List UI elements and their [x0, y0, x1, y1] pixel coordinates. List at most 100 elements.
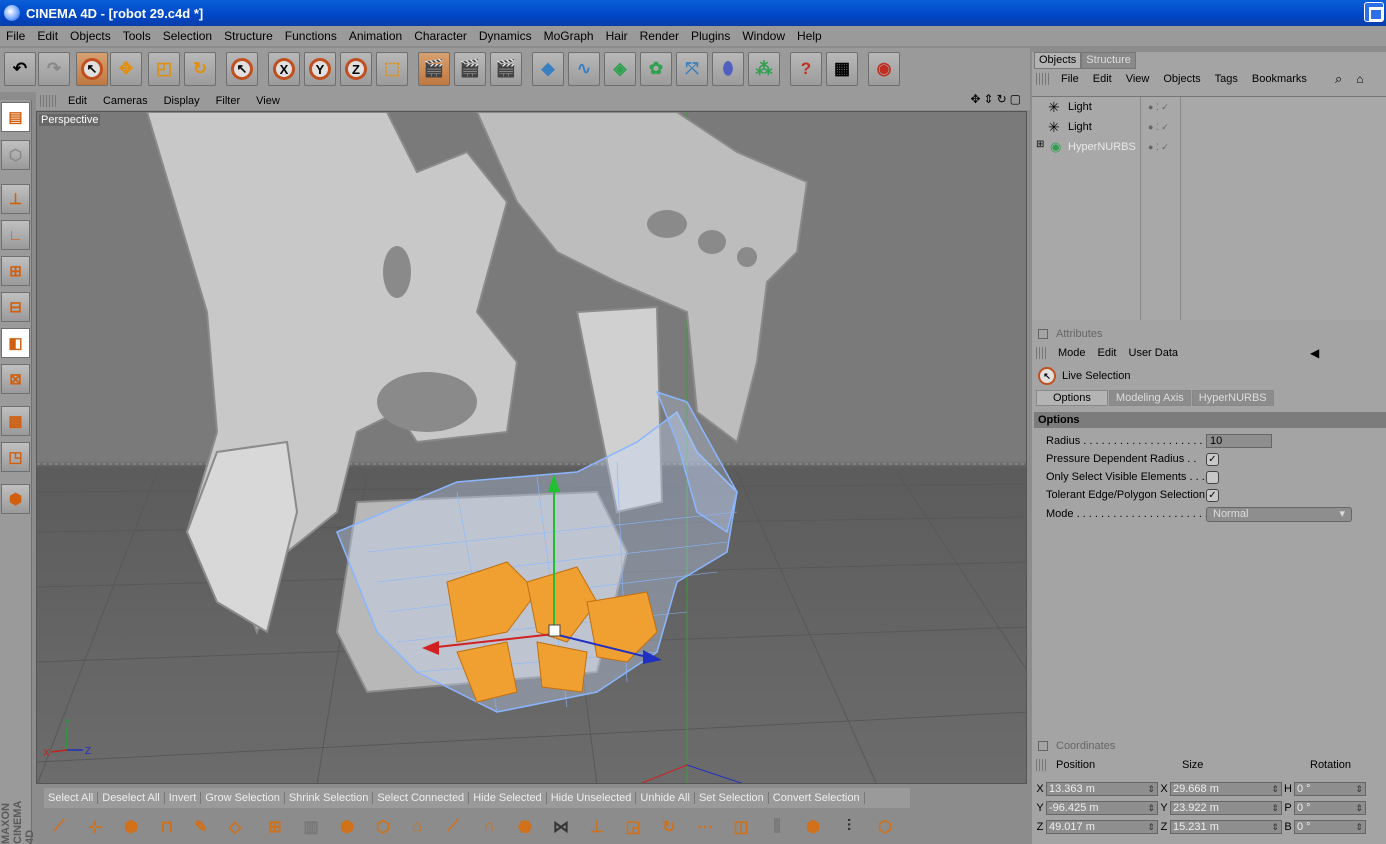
- slide-tool-icon[interactable]: ⋯: [690, 812, 720, 842]
- viewport-layout-icon[interactable]: ▤: [1, 102, 30, 132]
- viewport-menu-view[interactable]: View: [248, 95, 288, 107]
- snap-tool-icon[interactable]: ▩: [1, 406, 30, 436]
- render-view-icon[interactable]: 🎬: [418, 52, 450, 86]
- rotation-p-input[interactable]: 0 °: [1294, 801, 1366, 815]
- weld-tool-icon[interactable]: ⬢: [798, 812, 828, 842]
- polygons-mode-icon[interactable]: ◧: [1, 328, 30, 358]
- maximize-button[interactable]: [1364, 2, 1384, 22]
- object-name[interactable]: HyperNURBS: [1068, 141, 1136, 153]
- stitch-sew-icon[interactable]: ⫼: [762, 812, 792, 842]
- visibility-dots-icon[interactable]: ● ⁚ ✓: [1148, 102, 1169, 113]
- sculpt-tool-icon[interactable]: ⬢: [1, 484, 30, 514]
- mirror-tool-icon[interactable]: ⋈: [546, 812, 576, 842]
- bridge-tool-icon[interactable]: ⊓: [152, 812, 182, 842]
- visible-elements-checkbox[interactable]: [1206, 470, 1219, 484]
- menu-functions[interactable]: Functions: [279, 29, 343, 43]
- viewport-menu-edit[interactable]: Edit: [60, 95, 95, 107]
- hide-selected-button[interactable]: Hide Selected: [469, 792, 547, 804]
- search-icon[interactable]: ⌕: [1328, 71, 1349, 87]
- om-menu-edit[interactable]: Edit: [1086, 73, 1119, 85]
- render-region-icon[interactable]: 🎬: [454, 52, 486, 86]
- menu-hair[interactable]: Hair: [600, 29, 634, 43]
- object-row-hypernurbs[interactable]: ⊞ ◉ HyperNURBS ● ⁚ ✓: [1032, 137, 1386, 157]
- redo-icon[interactable]: ↷: [38, 52, 70, 86]
- size-z-input[interactable]: 15.231 m: [1170, 820, 1282, 834]
- menu-plugins[interactable]: Plugins: [685, 29, 736, 43]
- om-menu-bookmarks[interactable]: Bookmarks: [1245, 73, 1314, 85]
- workplane-icon[interactable]: ◳: [1, 442, 30, 472]
- x-axis-lock-button[interactable]: X: [268, 52, 300, 86]
- perspective-viewport[interactable]: Y Z X Perspective: [36, 111, 1027, 784]
- radius-input[interactable]: 10: [1206, 434, 1272, 448]
- set-selection-button[interactable]: Set Selection: [695, 792, 769, 804]
- rotate-tool-icon[interactable]: ↻: [184, 52, 216, 86]
- normal-scale-icon[interactable]: ◲: [618, 812, 648, 842]
- last-tool-icon[interactable]: ↖: [226, 52, 258, 86]
- menu-help[interactable]: Help: [791, 29, 828, 43]
- z-axis-lock-button[interactable]: Z: [340, 52, 372, 86]
- points-mode-icon[interactable]: ⊞: [1, 256, 30, 286]
- add-points-tool-icon[interactable]: ⊹: [80, 812, 110, 842]
- matrix-extrude-icon[interactable]: ⬣: [510, 812, 540, 842]
- tab-hypernurbs[interactable]: HyperNURBS: [1191, 390, 1274, 406]
- om-menu-objects[interactable]: Objects: [1156, 73, 1207, 85]
- menu-dynamics[interactable]: Dynamics: [473, 29, 538, 43]
- scale-tool-icon[interactable]: ◰: [148, 52, 180, 86]
- subdivide-icon[interactable]: ⬡: [870, 812, 900, 842]
- spline-tool-icon[interactable]: ∿: [568, 52, 600, 86]
- nurbs-icon[interactable]: ◈: [604, 52, 636, 86]
- deformer-icon[interactable]: ⤧: [676, 52, 708, 86]
- menu-tools[interactable]: Tools: [117, 29, 157, 43]
- position-x-input[interactable]: 13.363 m: [1046, 782, 1158, 796]
- move-tool-icon[interactable]: ✥: [110, 52, 142, 86]
- live-selection-tool-icon[interactable]: ↖: [76, 52, 108, 86]
- menu-animation[interactable]: Animation: [343, 29, 408, 43]
- unhide-all-button[interactable]: Unhide All: [636, 792, 695, 804]
- scene-objects-icon[interactable]: ⬮: [712, 52, 744, 86]
- content-browser-icon[interactable]: ◉: [868, 52, 900, 86]
- array-icon[interactable]: ✿: [640, 52, 672, 86]
- viewport-menu-filter[interactable]: Filter: [208, 95, 248, 107]
- shrink-selection-button[interactable]: Shrink Selection: [285, 792, 374, 804]
- position-y-input[interactable]: -96.425 m: [1046, 801, 1158, 815]
- close-polygon-hole-icon[interactable]: ◇: [220, 812, 250, 842]
- coordinate-system-icon[interactable]: ⬚: [376, 52, 408, 86]
- menu-mograph[interactable]: MoGraph: [538, 29, 600, 43]
- sliders-icon[interactable]: ⫶: [834, 812, 864, 842]
- attr-menu-mode[interactable]: Mode: [1052, 347, 1092, 359]
- visibility-dots-icon[interactable]: ● ⁚ ✓: [1148, 142, 1169, 153]
- tolerant-selection-checkbox[interactable]: ✓: [1206, 488, 1219, 502]
- menu-edit[interactable]: Edit: [31, 29, 64, 43]
- iron-tool-icon[interactable]: ⌂: [402, 812, 432, 842]
- om-menu-tags[interactable]: Tags: [1208, 73, 1245, 85]
- viewport-menu-cameras[interactable]: Cameras: [95, 95, 156, 107]
- help-pointer-icon[interactable]: ?: [790, 52, 822, 86]
- select-all-button[interactable]: Select All: [44, 792, 99, 804]
- object-row-light[interactable]: ✳ Light ● ⁚ ✓: [1032, 117, 1386, 137]
- select-connected-button[interactable]: Select Connected: [373, 792, 470, 804]
- deselect-all-button[interactable]: Deselect All: [98, 792, 165, 804]
- tab-objects[interactable]: Objects: [1034, 52, 1082, 69]
- visibility-dots-icon[interactable]: ● ⁚ ✓: [1148, 122, 1169, 133]
- expand-icon[interactable]: ⊞: [1036, 139, 1044, 150]
- viewport-navigation-icons[interactable]: ✥⇕↻▢: [970, 92, 1024, 106]
- magnet-tool-icon[interactable]: ∩: [474, 812, 504, 842]
- object-row-light[interactable]: ✳ Light ● ⁚ ✓: [1032, 97, 1386, 117]
- undo-icon[interactable]: ↶: [4, 52, 36, 86]
- layout-icon[interactable]: ▦: [826, 52, 858, 86]
- om-menu-view[interactable]: View: [1119, 73, 1157, 85]
- size-x-input[interactable]: 29.668 m: [1170, 782, 1282, 796]
- grow-selection-button[interactable]: Grow Selection: [201, 792, 285, 804]
- cube-primitive-icon[interactable]: ◆: [532, 52, 564, 86]
- menu-file[interactable]: File: [0, 29, 31, 43]
- menu-character[interactable]: Character: [408, 29, 473, 43]
- object-name[interactable]: Light: [1068, 121, 1092, 133]
- convert-selection-button[interactable]: Convert Selection: [769, 792, 865, 804]
- create-point-icon[interactable]: ▥: [296, 812, 326, 842]
- normal-rotate-icon[interactable]: ↻: [654, 812, 684, 842]
- bevel-tool-icon[interactable]: ⬢: [116, 812, 146, 842]
- tab-options[interactable]: Options: [1036, 390, 1108, 406]
- pressure-radius-checkbox[interactable]: ✓: [1206, 452, 1219, 466]
- attr-menu-edit[interactable]: Edit: [1092, 347, 1123, 359]
- viewport-menu-display[interactable]: Display: [156, 95, 208, 107]
